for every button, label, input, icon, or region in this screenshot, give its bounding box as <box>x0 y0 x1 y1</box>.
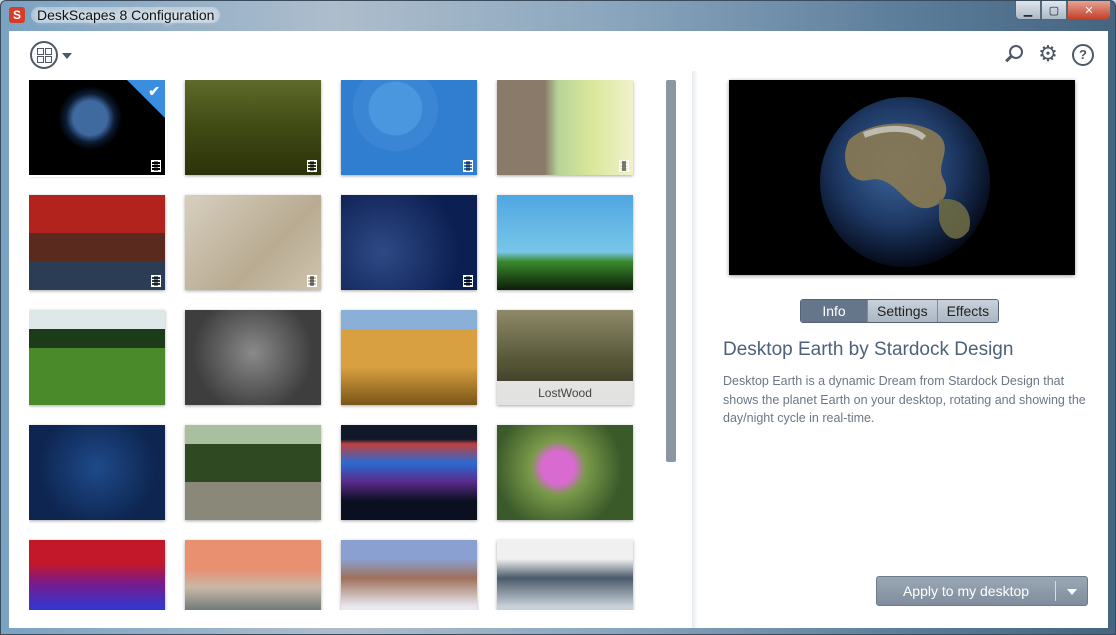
window-title: DeskScapes 8 Configuration <box>31 7 221 23</box>
video-film-icon <box>307 275 317 287</box>
maximize-button[interactable]: ▢ <box>1041 1 1067 20</box>
dream-tile-great-wall[interactable] <box>341 540 477 610</box>
dream-tile-tree-bark[interactable] <box>497 80 633 175</box>
dream-preview <box>729 80 1075 275</box>
dream-tile-wheat[interactable] <box>341 310 477 405</box>
video-film-icon <box>307 160 317 172</box>
video-film-icon <box>151 160 161 172</box>
minimize-button[interactable]: ▁ <box>1015 1 1041 20</box>
earth-preview-image <box>729 80 1075 275</box>
dream-tile-sand[interactable] <box>185 195 321 290</box>
dream-tile-snow-night[interactable] <box>341 195 477 290</box>
apply-options-chevron-icon[interactable] <box>1067 589 1077 595</box>
dream-tile-lostwood[interactable]: LostWood <box>497 310 633 405</box>
dream-tile-blue-circles[interactable] <box>341 80 477 175</box>
dream-tile-mountains-mist[interactable] <box>185 540 321 610</box>
apply-button[interactable]: Apply to my desktop <box>876 576 1088 606</box>
tab-info[interactable]: Info <box>801 300 867 322</box>
dream-grid: ✔ LostWood <box>29 80 641 610</box>
dream-tile-tree-road[interactable] <box>185 425 321 520</box>
dream-tile-label: LostWood <box>497 381 633 405</box>
close-button[interactable]: ✕ <box>1067 1 1111 20</box>
dream-title: Desktop Earth by Stardock Design <box>723 339 1014 360</box>
dream-tile-earth[interactable]: ✔ <box>29 80 167 177</box>
dream-tile-daisy[interactable] <box>497 425 633 520</box>
detail-tabs: Info Settings Effects <box>800 299 1000 323</box>
app-icon: S <box>9 7 25 23</box>
search-icon[interactable] <box>1004 44 1024 64</box>
video-film-icon <box>463 275 473 287</box>
dream-tile-equalizer[interactable] <box>29 540 165 610</box>
dream-tile-snowy-peaks[interactable] <box>497 540 633 610</box>
grid-view-icon[interactable] <box>30 41 58 69</box>
dream-tile-aurora[interactable] <box>341 425 477 520</box>
help-icon[interactable]: ? <box>1072 44 1094 66</box>
dream-tile-golf-ball[interactable] <box>29 310 165 405</box>
video-film-icon <box>151 275 161 287</box>
dream-tile-floating-tree[interactable] <box>497 195 633 290</box>
tab-effects[interactable]: Effects <box>936 300 999 322</box>
title-bar[interactable]: S DeskScapes 8 Configuration ▁ ▢ ✕ <box>1 1 1116 30</box>
gear-icon[interactable]: ⚙ <box>1038 43 1058 65</box>
checkmark-icon: ✔ <box>148 83 160 99</box>
panel-divider <box>692 71 698 628</box>
dream-tile-orbs[interactable] <box>29 425 165 520</box>
dream-tile-cats[interactable] <box>185 310 321 405</box>
grid-scrollbar[interactable] <box>666 80 676 462</box>
main-panel: ⚙ ? ✔ LostWood Info Settings Effects Des… <box>9 31 1108 628</box>
window-frame: S DeskScapes 8 Configuration ▁ ▢ ✕ ⚙ ? ✔… <box>0 0 1116 635</box>
tab-settings[interactable]: Settings <box>867 300 937 322</box>
dream-tile-car-girl[interactable] <box>29 195 165 290</box>
video-film-icon <box>463 160 473 172</box>
apply-button-label: Apply to my desktop <box>902 583 1030 599</box>
dream-description: Desktop Earth is a dynamic Dream from St… <box>723 374 1086 425</box>
view-dropdown-caret-icon[interactable] <box>62 53 72 59</box>
dream-tile-grass[interactable] <box>185 80 321 175</box>
video-film-icon <box>619 160 629 172</box>
